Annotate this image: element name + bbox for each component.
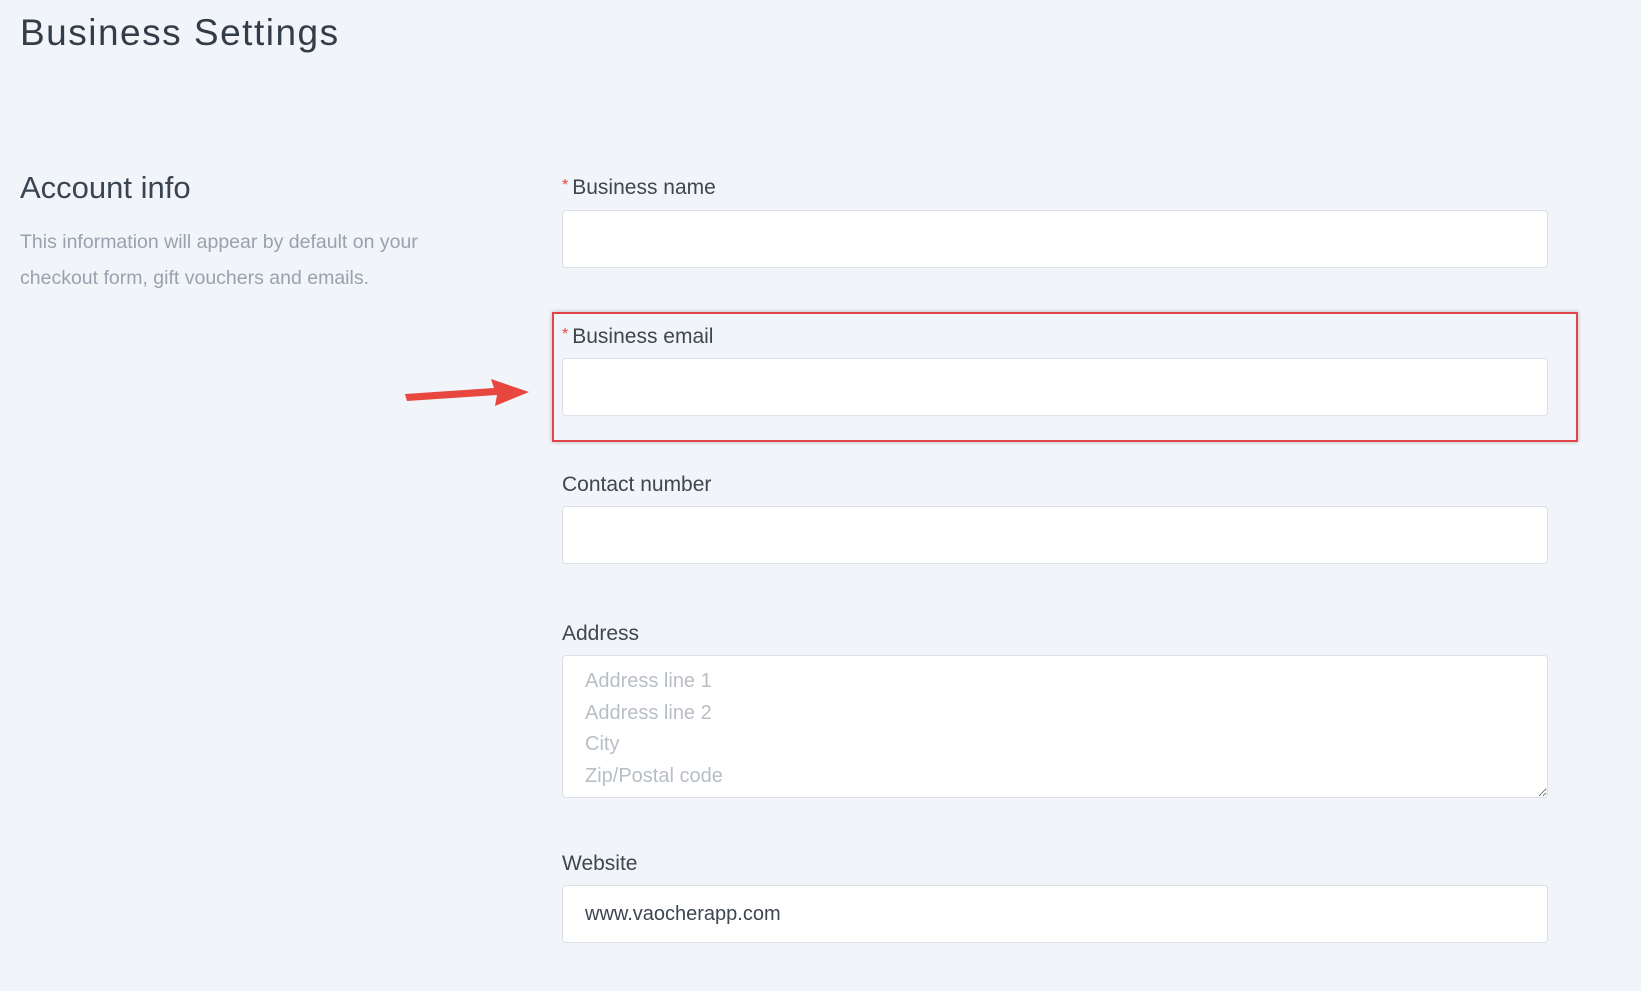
- contact-number-input[interactable]: [562, 506, 1548, 564]
- red-arrow-icon: [405, 379, 529, 406]
- required-mark: *: [562, 177, 569, 194]
- address-textarea[interactable]: [562, 655, 1548, 798]
- business-name-label: * Business name: [562, 176, 716, 200]
- business-name-label-text: Business name: [572, 176, 716, 199]
- page-title: Business Settings: [20, 12, 340, 53]
- contact-number-label: Contact number: [562, 473, 712, 496]
- section-title: Account info: [20, 170, 191, 205]
- website-input[interactable]: [562, 885, 1548, 943]
- business-name-input[interactable]: [562, 210, 1548, 268]
- website-label: Website: [562, 852, 638, 875]
- highlight-box: [552, 312, 1578, 442]
- section-description: This information will appear by default …: [20, 231, 418, 289]
- address-label: Address: [562, 622, 640, 645]
